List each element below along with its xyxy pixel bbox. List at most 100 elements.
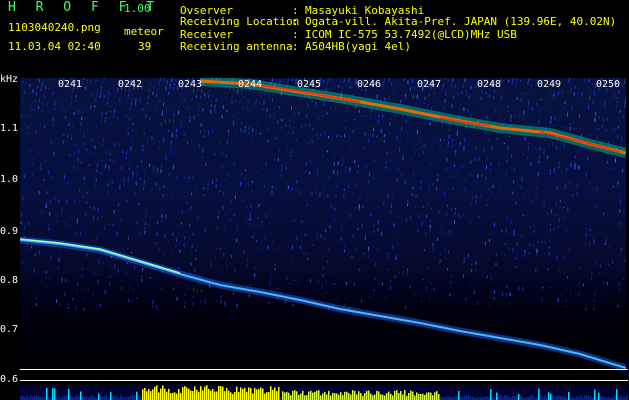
noise-dot [73,152,75,155]
level-bar [298,394,300,400]
noise-dot [325,292,327,294]
noise-dot [108,89,110,93]
level-bar [626,395,628,400]
noise-dot [565,306,567,308]
noise-dot [598,116,600,120]
noise-dot [41,280,42,284]
noise-dot [158,82,160,87]
noise-dot [536,102,538,106]
noise-dot [77,110,79,115]
noise-dot [287,79,289,82]
noise-dot [424,96,426,101]
level-bar [562,396,564,400]
level-bar [436,391,438,400]
noise-dot [163,97,165,101]
noise-dot [277,287,279,289]
noise-dot [50,140,52,144]
noise-dot [83,181,85,185]
noise-dot [521,235,523,238]
noise-dot [118,143,120,147]
noise-dot [170,193,172,196]
noise-dot [298,111,300,115]
noise-dot [481,173,483,178]
noise-dot [269,122,271,125]
noise-dot [300,133,302,137]
level-bar [158,392,160,400]
level-bar [152,389,154,400]
noise-dot [569,239,571,241]
level-bar [508,396,510,400]
noise-dot [409,286,411,288]
noise-dot [145,87,147,89]
noise-dot [429,174,431,178]
noise-dot [176,238,177,242]
noise-dot [548,246,550,249]
noise-dot [309,287,311,289]
noise-dot [373,127,374,131]
noise-dot [489,239,490,242]
noise-dot [267,139,269,143]
noise-dot [514,114,516,117]
noise-dot [101,215,103,218]
noise-dot [280,174,282,178]
noise-dot [573,92,575,96]
noise-dot [593,240,595,244]
noise-dot [509,78,510,80]
noise-dot [270,277,271,280]
noise-dot [478,157,480,162]
level-bar [414,395,416,400]
level-bar [422,393,424,400]
noise-dot [176,177,178,179]
level-bar [226,388,228,400]
spectrogram-canvas [20,78,626,372]
noise-dot [308,131,310,134]
noise-dot [512,78,514,81]
noise-dot [236,238,238,243]
noise-dot [616,100,618,103]
level-bar [64,395,66,400]
noise-dot [299,188,301,193]
noise-dot [523,110,525,114]
noise-dot [613,92,615,95]
noise-dot [486,117,488,119]
noise-dot [388,131,390,133]
noise-dot [27,133,29,135]
level-bar [540,395,542,400]
noise-dot [136,297,138,299]
noise-dot [179,249,181,253]
noise-dot [222,105,224,109]
noise-dot [309,160,311,163]
lower-trace-glow [20,236,626,372]
noise-dot [132,288,134,291]
meteor-label: meteor [124,25,164,38]
noise-dot [390,151,392,156]
noise-dot [142,149,144,154]
noise-dot [255,99,257,103]
noise-dot [256,171,258,174]
noise-dot [605,242,607,245]
noise-dot [156,91,158,95]
noise-dot [606,118,608,121]
noise-dot [322,112,324,114]
noise-dot [156,305,157,307]
noise-dot [578,293,580,297]
noise-dot [475,268,477,272]
noise-dot [514,84,516,87]
noise-dot [192,233,194,236]
noise-dot [195,190,197,192]
noise-dot [496,137,498,141]
noise-dot [592,99,594,103]
noise-dot [219,141,221,145]
level-bar [446,395,448,400]
noise-dot [213,277,215,280]
level-bar [284,392,286,400]
noise-dot [89,151,91,155]
noise-dot [441,90,443,92]
noise-dot [125,157,127,160]
noise-dot [291,257,293,259]
noise-dot [236,303,238,308]
noise-dot [315,186,317,189]
noise-dot [116,91,118,93]
noise-dot [142,145,144,147]
noise-dot [313,164,315,168]
